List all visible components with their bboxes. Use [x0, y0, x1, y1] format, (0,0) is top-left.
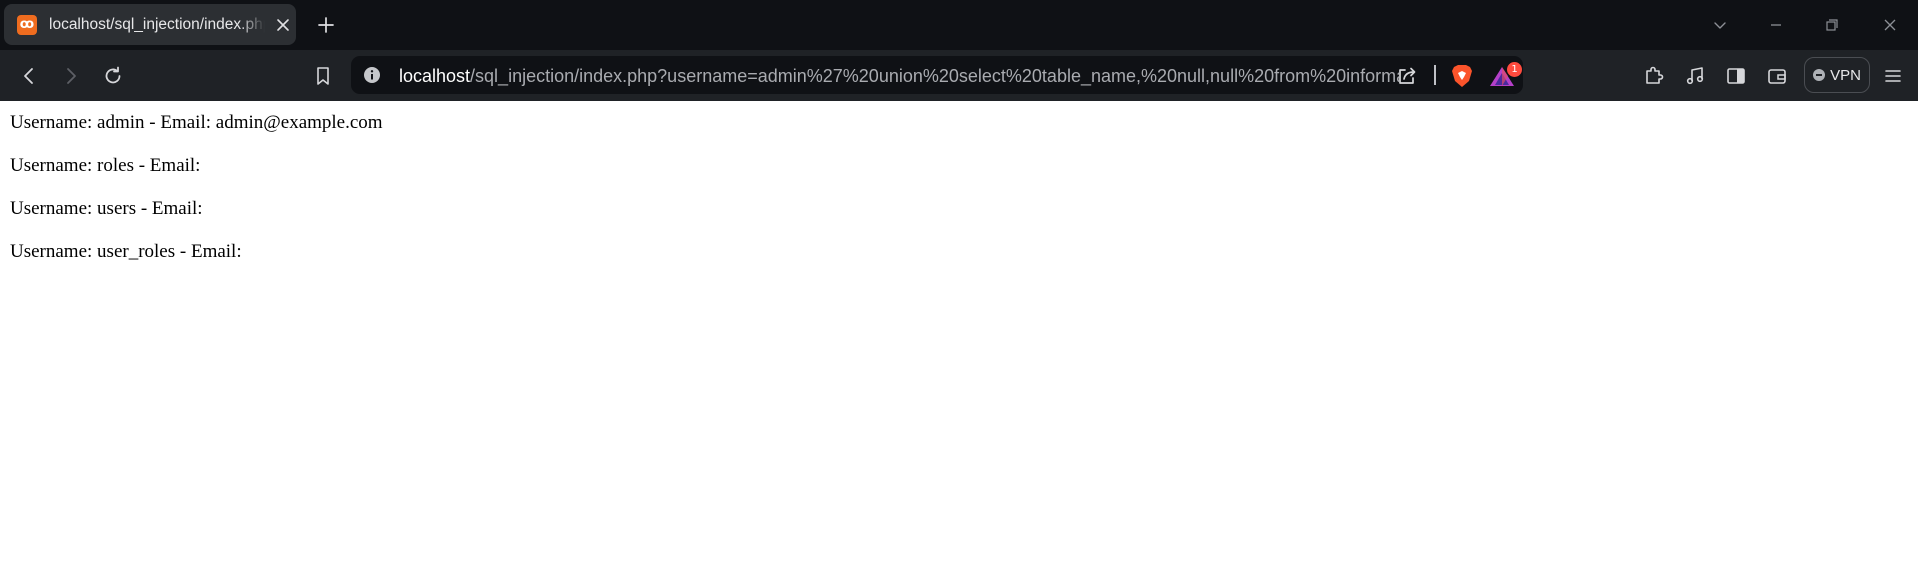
brave-shields-icon[interactable] [1450, 63, 1474, 89]
xampp-icon: ꝏ [17, 14, 37, 35]
vpn-status-icon [1813, 69, 1826, 81]
media-music-icon[interactable] [1682, 63, 1708, 89]
menu-icon[interactable] [1880, 63, 1906, 89]
tab-active[interactable]: ꝏ localhost/sql_injection/index.php?user… [4, 4, 296, 45]
url-path: /sql_injection/index.php?username=admin%… [470, 66, 1399, 86]
site-info-icon[interactable] [363, 66, 381, 84]
notification-badge: 1 [1507, 62, 1522, 77]
result-line: Username: user_roles - Email: [10, 241, 242, 262]
vpn-label: VPN [1830, 66, 1861, 84]
new-tab-button[interactable] [313, 12, 339, 38]
url-text[interactable]: localhost/sql_injection/index.php?userna… [399, 65, 1399, 87]
result-line: Username: roles - Email: [10, 155, 201, 176]
share-icon[interactable] [1395, 64, 1419, 88]
minimize-icon[interactable] [1764, 13, 1788, 37]
result-line: Username: admin - Email: admin@example.c… [10, 112, 383, 133]
toolbar: localhost/sql_injection/index.php?userna… [0, 50, 1918, 101]
page-content: Username: admin - Email: admin@example.c… [0, 101, 1918, 563]
url-host: localhost [399, 66, 471, 86]
tab-search-chevron-icon[interactable] [1708, 13, 1732, 37]
divider [1434, 65, 1436, 85]
forward-icon[interactable] [58, 63, 84, 89]
close-window-icon[interactable] [1878, 13, 1902, 37]
bookmark-icon[interactable] [310, 63, 336, 89]
restore-icon[interactable] [1820, 13, 1844, 37]
vpn-button[interactable]: VPN [1804, 57, 1870, 93]
rewards-icon[interactable]: 1 [1489, 62, 1525, 90]
wallet-icon[interactable] [1764, 63, 1790, 89]
address-bar[interactable]: localhost/sql_injection/index.php?userna… [351, 56, 1523, 94]
close-icon[interactable] [273, 15, 293, 35]
result-line: Username: users - Email: [10, 198, 203, 219]
tab-strip: ꝏ localhost/sql_injection/index.php?user… [0, 0, 1918, 50]
tab-title: localhost/sql_injection/index.php?userna… [49, 15, 265, 33]
back-icon[interactable] [16, 63, 42, 89]
sidebar-icon[interactable] [1723, 63, 1749, 89]
reload-icon[interactable] [100, 63, 126, 89]
extensions-icon[interactable] [1641, 63, 1667, 89]
